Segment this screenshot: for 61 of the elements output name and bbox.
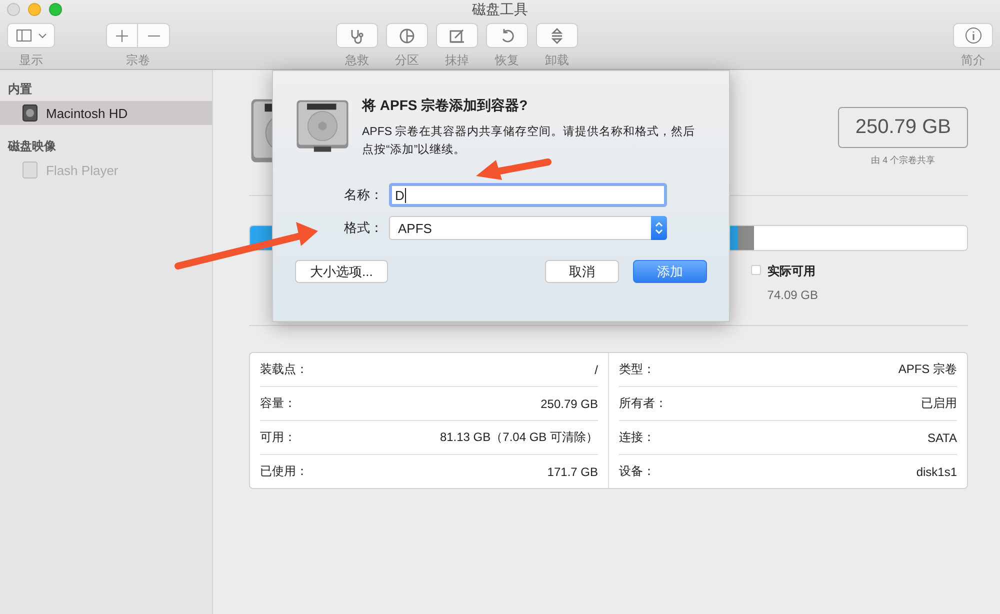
dialog-button[interactable]: 取消 (545, 260, 619, 283)
field-label: 名称： (343, 186, 383, 204)
info-value: SATA (927, 430, 957, 444)
info-value: 已启用 (921, 395, 957, 412)
info-value: 171.7 GB (547, 464, 598, 478)
info-value: APFS 宗卷 (898, 361, 957, 378)
info-button[interactable] (953, 23, 993, 48)
add-button[interactable] (106, 23, 138, 48)
info-value: 81.13 GB（7.04 GB 可清除） (440, 429, 598, 446)
info-label: 连接： (619, 429, 655, 446)
pie-icon (399, 28, 415, 44)
info-value: disk1s1 (916, 464, 957, 478)
info-label: 类型： (619, 361, 655, 378)
toolbar-button[interactable] (336, 23, 378, 48)
info-value: 250.79 GB (540, 396, 598, 410)
info-icon (964, 27, 982, 44)
toolbar-label: 显示 (19, 52, 43, 69)
window-title: 磁盘工具 (472, 1, 528, 19)
info-label: 可用： (260, 429, 296, 446)
chevron-icon (38, 32, 46, 38)
sidebar-heading: 磁盘映像 (6, 138, 57, 155)
eject-icon (551, 28, 563, 44)
purgeable-segment (738, 226, 754, 250)
toolbar-button[interactable] (536, 23, 578, 48)
info-label: 容量： (260, 395, 296, 412)
toolbar-button[interactable] (486, 23, 528, 48)
toolbar-label: 卸载 (545, 52, 569, 69)
plus-icon (116, 30, 128, 42)
toolbar-label: 抹掉 (445, 52, 469, 69)
toolbar-label: 宗卷 (126, 52, 150, 69)
dialog-button[interactable]: 大小选项... (295, 260, 388, 283)
toolbar-button[interactable] (436, 23, 478, 48)
toolbar-label: 简介 (961, 52, 985, 69)
sidebar-heading: 内置 (7, 81, 33, 98)
toolbar-button[interactable] (386, 23, 428, 48)
capacity-caption: 由 4 个宗卷共享 (871, 154, 936, 166)
info-value: / (594, 362, 598, 376)
info-label: 装载点： (260, 361, 308, 378)
info-label: 所有者： (619, 395, 667, 412)
toolbar-label: 急救 (345, 52, 369, 69)
legend-label: 实际可用 (767, 263, 816, 280)
dialog-title: 将 APFS 宗卷添加到容器? (362, 97, 529, 115)
stepper-icon (655, 221, 663, 235)
sidebar-icon (16, 29, 32, 42)
sidebar-item[interactable]: Macintosh HD (0, 101, 212, 125)
name-field[interactable]: D (389, 183, 667, 207)
toolbar-label: 恢复 (495, 52, 519, 69)
pencil-icon (449, 28, 465, 44)
zoom-icon[interactable] (49, 3, 62, 16)
sidebar-toggle-button[interactable] (7, 23, 55, 48)
info-label: 已使用： (260, 463, 308, 480)
drive-icon (22, 161, 38, 179)
stethoscope-icon (349, 28, 365, 44)
info-label: 设备： (619, 463, 655, 480)
drive-icon (22, 104, 38, 122)
capacity-value: 250.79 GB (838, 106, 968, 148)
field-label: 格式： (343, 219, 383, 237)
format-select[interactable]: APFS (389, 216, 667, 240)
legend-value: 74.09 GB (767, 288, 818, 302)
dialog-message: APFS 宗卷在其容器内共享储存空间。请提供名称和格式，然后点按“添加”以继续。 (362, 124, 696, 158)
toolbar-label: 分区 (395, 52, 419, 69)
